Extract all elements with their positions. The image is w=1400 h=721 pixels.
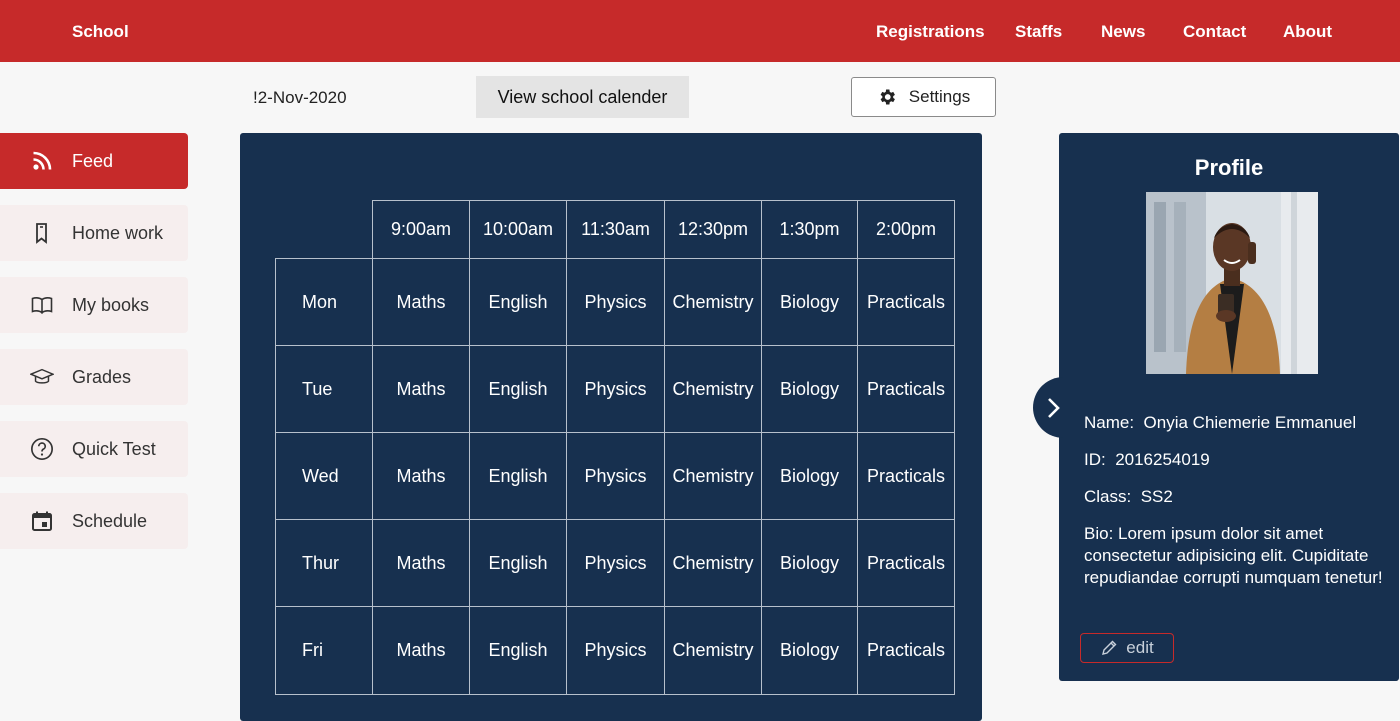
day-cell: Fri bbox=[275, 606, 373, 695]
subject-cell: Maths bbox=[372, 258, 470, 346]
time-header: 11:30am bbox=[566, 200, 665, 259]
book-icon bbox=[30, 293, 54, 317]
subject-cell: Chemistry bbox=[664, 432, 762, 520]
nav-news[interactable]: News bbox=[1101, 22, 1145, 42]
table-row: Mon Maths English Physics Chemistry Biol… bbox=[275, 258, 955, 346]
day-cell: Thur bbox=[275, 519, 373, 607]
sidebar-item-label: Feed bbox=[72, 150, 114, 171]
profile-id-row: ID: 2016254019 bbox=[1084, 449, 1210, 471]
nav-staffs[interactable]: Staffs bbox=[1015, 22, 1062, 42]
rss-icon bbox=[30, 149, 54, 173]
sidebar-item-label: Schedule bbox=[72, 510, 148, 531]
subject-cell: Chemistry bbox=[664, 345, 762, 433]
subject-cell: English bbox=[469, 432, 567, 520]
profile-name: Onyia Chiemerie Emmanuel bbox=[1143, 413, 1357, 432]
avatar bbox=[1146, 192, 1318, 374]
profile-bio-row: Bio: Lorem ipsum dolor sit amet consecte… bbox=[1084, 523, 1384, 589]
subject-cell: Practicals bbox=[857, 258, 955, 346]
time-header: 10:00am bbox=[469, 200, 567, 259]
subject-cell: Maths bbox=[372, 606, 470, 695]
brand-logo[interactable]: School bbox=[72, 22, 129, 42]
subject-cell: English bbox=[469, 606, 567, 695]
day-cell: Mon bbox=[275, 258, 373, 346]
nav-contact[interactable]: Contact bbox=[1183, 22, 1246, 42]
sidebar-item-quick-test[interactable]: Quick Test bbox=[0, 421, 188, 477]
time-header: 9:00am bbox=[372, 200, 470, 259]
sidebar-item-schedule[interactable]: Schedule bbox=[0, 493, 188, 549]
question-circle-icon bbox=[30, 437, 54, 461]
edit-profile-button[interactable]: edit bbox=[1080, 633, 1174, 663]
subject-cell: Biology bbox=[761, 519, 858, 607]
day-cell: Wed bbox=[275, 432, 373, 520]
sidebar-item-feed[interactable]: Feed bbox=[0, 133, 188, 189]
time-header: 12:30pm bbox=[664, 200, 762, 259]
top-navbar: School Registrations Staffs News Contact… bbox=[0, 0, 1400, 62]
table-row: Wed Maths English Physics Chemistry Biol… bbox=[275, 432, 955, 520]
table-row: Fri Maths English Physics Chemistry Biol… bbox=[275, 606, 955, 695]
subject-cell: Maths bbox=[372, 432, 470, 520]
sidebar-item-grades[interactable]: Grades bbox=[0, 349, 188, 405]
subject-cell: English bbox=[469, 345, 567, 433]
subject-cell: Physics bbox=[566, 519, 665, 607]
table-row: Thur Maths English Physics Chemistry Bio… bbox=[275, 519, 955, 607]
pencil-icon bbox=[1102, 640, 1117, 655]
sidebar-item-label: Grades bbox=[72, 366, 132, 387]
subject-cell: Biology bbox=[761, 258, 858, 346]
subject-cell: Maths bbox=[372, 345, 470, 433]
profile-bio: Lorem ipsum dolor sit amet consectetur a… bbox=[1084, 524, 1383, 587]
expand-profile-button[interactable] bbox=[1033, 377, 1075, 438]
day-cell: Tue bbox=[275, 345, 373, 433]
subject-cell: Physics bbox=[566, 258, 665, 346]
bookmark-icon bbox=[30, 221, 54, 245]
calendar-icon bbox=[30, 509, 54, 533]
sidebar-item-label: My books bbox=[72, 294, 150, 315]
bio-label: Bio: bbox=[1084, 524, 1114, 543]
name-label: Name: bbox=[1084, 413, 1135, 432]
subject-cell: Physics bbox=[566, 345, 665, 433]
subject-cell: Practicals bbox=[857, 432, 955, 520]
subject-cell: Chemistry bbox=[664, 258, 762, 346]
subject-cell: English bbox=[469, 519, 567, 607]
profile-name-row: Name: Onyia Chiemerie Emmanuel bbox=[1084, 412, 1356, 434]
nav-about[interactable]: About bbox=[1283, 22, 1332, 42]
profile-class-row: Class: SS2 bbox=[1084, 486, 1173, 508]
subject-cell: English bbox=[469, 258, 567, 346]
id-label: ID: bbox=[1084, 450, 1106, 469]
class-label: Class: bbox=[1084, 487, 1132, 506]
profile-id: 2016254019 bbox=[1115, 450, 1210, 469]
edit-label: edit bbox=[1126, 638, 1154, 657]
profile-class: SS2 bbox=[1140, 487, 1173, 506]
graduation-cap-icon bbox=[30, 365, 54, 389]
subject-cell: Biology bbox=[761, 606, 858, 695]
time-header: 1:30pm bbox=[761, 200, 858, 259]
gear-icon bbox=[880, 89, 895, 105]
subject-cell: Biology bbox=[761, 345, 858, 433]
subject-cell: Practicals bbox=[857, 519, 955, 607]
profile-card: Profile Name: Onyia Chiemerie Emmanuel I… bbox=[1059, 133, 1399, 681]
subject-cell: Practicals bbox=[857, 606, 955, 695]
sidebar-item-homework[interactable]: Home work bbox=[0, 205, 188, 261]
subject-cell: Physics bbox=[566, 432, 665, 520]
table-row: Tue Maths English Physics Chemistry Biol… bbox=[275, 345, 955, 433]
subject-cell: Chemistry bbox=[664, 606, 762, 695]
subject-cell: Physics bbox=[566, 606, 665, 695]
timetable-corner bbox=[275, 200, 373, 259]
subject-cell: Biology bbox=[761, 432, 858, 520]
time-header: 2:00pm bbox=[857, 200, 955, 259]
sidebar-item-my-books[interactable]: My books bbox=[0, 277, 188, 333]
timetable: 9:00am 10:00am 11:30am 12:30pm 1:30pm 2:… bbox=[275, 200, 955, 695]
sidebar-item-label: Home work bbox=[72, 222, 164, 243]
profile-title: Profile bbox=[1194, 155, 1264, 180]
nav-registrations[interactable]: Registrations bbox=[876, 22, 985, 42]
current-date: !2-Nov-2020 bbox=[253, 88, 347, 107]
view-calendar-button[interactable]: View school calender bbox=[476, 76, 689, 118]
settings-label: Settings bbox=[908, 87, 971, 106]
settings-button[interactable]: Settings bbox=[851, 77, 996, 117]
subject-cell: Chemistry bbox=[664, 519, 762, 607]
sidebar-item-label: Quick Test bbox=[72, 438, 156, 459]
subject-cell: Practicals bbox=[857, 345, 955, 433]
chevron-right-icon bbox=[1048, 397, 1060, 418]
subject-cell: Maths bbox=[372, 519, 470, 607]
